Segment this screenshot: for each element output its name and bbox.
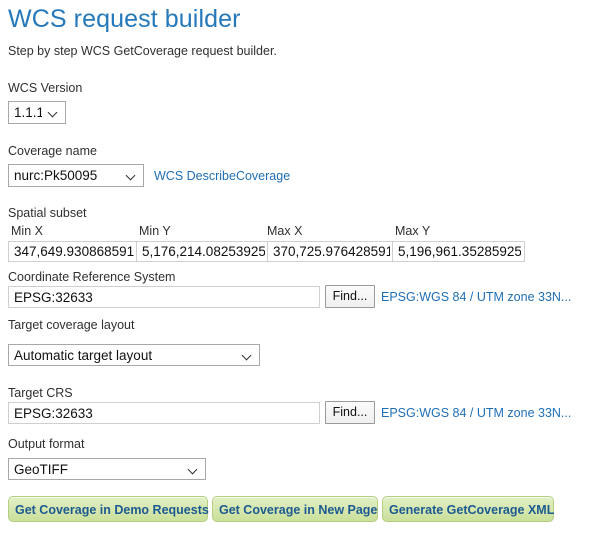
wcs-request-builder-page: WCS request builder Step by step WCS Get… — [0, 0, 600, 540]
output-format-select[interactable]: GeoTIFF — [8, 458, 206, 480]
page-title: WCS request builder — [8, 5, 241, 33]
target-layout-label: Target coverage layout — [8, 318, 135, 332]
crs-input[interactable] — [8, 286, 320, 308]
target-crs-find-button[interactable]: Find... — [325, 401, 375, 424]
wcs-describe-coverage-link[interactable]: WCS DescribeCoverage — [154, 169, 290, 183]
generate-getcoverage-xml-button[interactable]: Generate GetCoverage XML — [382, 496, 554, 522]
target-crs-label: Target CRS — [8, 386, 73, 400]
chevron-down-icon — [48, 106, 61, 119]
crs-label: Coordinate Reference System — [8, 270, 176, 284]
wcs-version-select[interactable]: 1.1.1 — [8, 101, 66, 124]
chevron-down-icon — [242, 349, 255, 362]
coverage-name-select[interactable]: nurc:Pk50095 — [8, 164, 144, 187]
crs-find-button[interactable]: Find... — [325, 285, 375, 308]
spatial-subset-label: Spatial subset — [8, 206, 87, 220]
wcs-version-label: WCS Version — [8, 81, 83, 95]
max-y-input[interactable] — [392, 241, 525, 262]
max-y-label: Max Y — [395, 224, 431, 238]
chevron-down-icon — [188, 463, 201, 476]
min-x-label: Min X — [11, 224, 43, 238]
crs-description: EPSG:WGS 84 / UTM zone 33N... — [381, 290, 572, 304]
min-y-input[interactable] — [136, 241, 269, 262]
chevron-down-icon — [126, 169, 139, 182]
target-crs-description: EPSG:WGS 84 / UTM zone 33N... — [381, 406, 572, 420]
max-x-input[interactable] — [267, 241, 394, 262]
target-layout-value: Automatic target layout — [14, 347, 153, 363]
coverage-name-value: nurc:Pk50095 — [14, 168, 98, 183]
get-coverage-demo-requests-button[interactable]: Get Coverage in Demo Requests — [8, 496, 209, 522]
output-format-label: Output format — [8, 437, 85, 451]
wcs-version-value: 1.1.1 — [14, 105, 42, 120]
get-coverage-new-page-button[interactable]: Get Coverage in New Page — [212, 496, 378, 522]
min-y-label: Min Y — [139, 224, 171, 238]
page-subtitle: Step by step WCS GetCoverage request bui… — [8, 44, 277, 58]
coverage-name-label: Coverage name — [8, 144, 97, 158]
max-x-label: Max X — [267, 224, 303, 238]
target-layout-select[interactable]: Automatic target layout — [8, 344, 260, 366]
target-crs-input[interactable] — [8, 402, 320, 424]
min-x-input[interactable] — [8, 241, 138, 262]
output-format-value: GeoTIFF — [14, 461, 69, 477]
